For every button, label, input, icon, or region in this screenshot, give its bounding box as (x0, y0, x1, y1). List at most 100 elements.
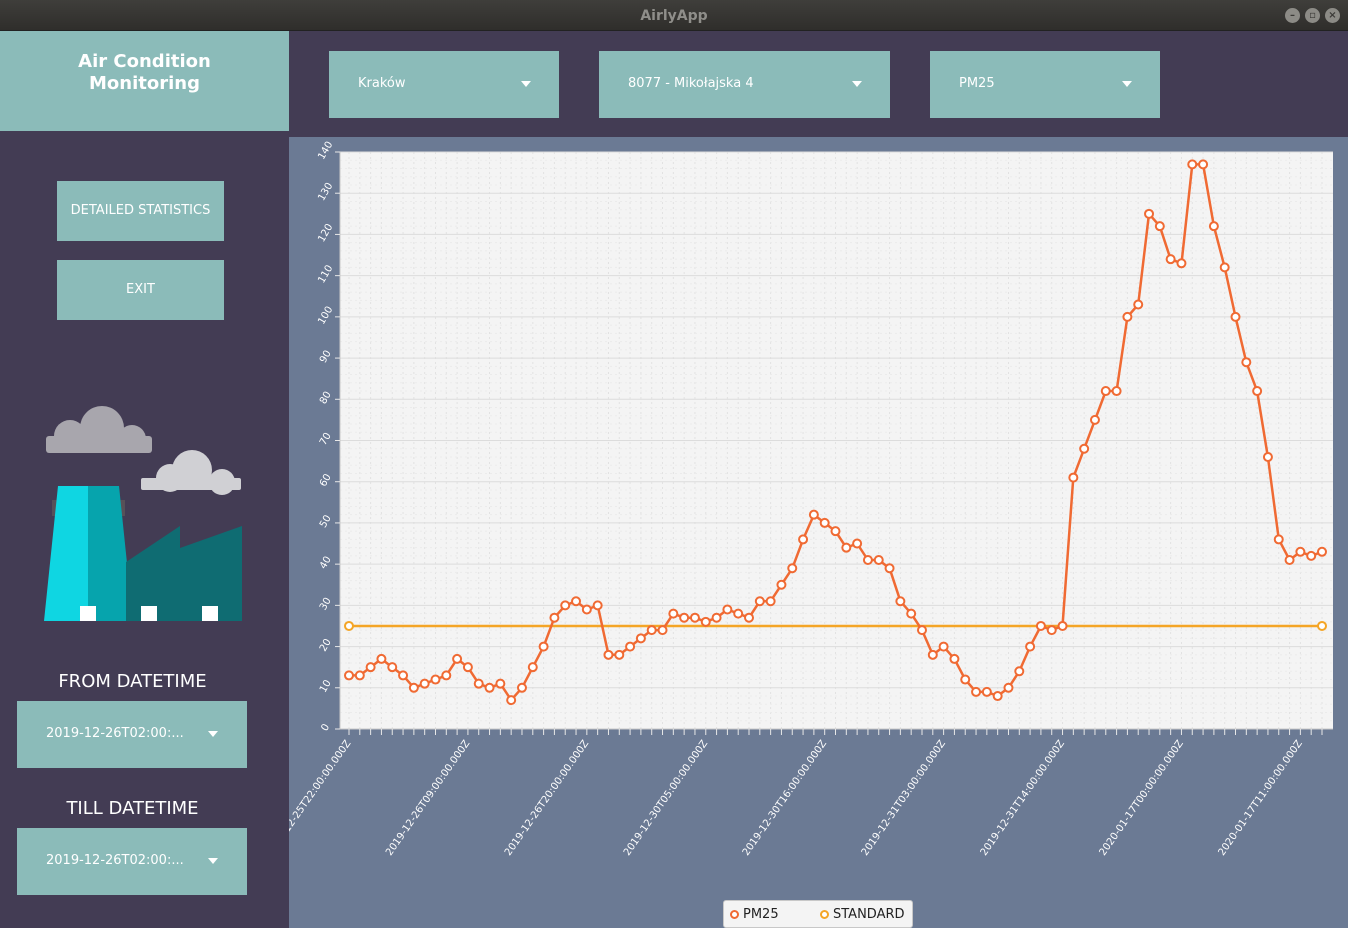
y-tick-label: 120 (316, 222, 335, 244)
x-tick-label: 2019-12-31T14:00:00.000Z (979, 738, 1067, 858)
x-tick-label: 2019-12-26T09:00:00.000Z (384, 738, 472, 858)
pm25-data-point (408, 682, 419, 693)
pm25-data-point (1219, 262, 1230, 273)
close-icon[interactable]: × (1325, 8, 1340, 23)
legend-item-pm25: PM25 (730, 907, 779, 922)
pm25-data-point (1111, 386, 1122, 397)
detailed-statistics-button[interactable]: DETAILED STATISTICS (57, 181, 224, 241)
pm25-data-point (765, 596, 776, 607)
pm25-data-point (441, 670, 452, 681)
y-tick-label: 100 (316, 305, 335, 327)
pm25-data-point (1068, 472, 1079, 483)
from-datetime-picker[interactable]: 2019-12-26T02:00:... (17, 701, 247, 768)
exit-button[interactable]: EXIT (57, 260, 224, 320)
pm25-data-point (581, 604, 592, 615)
x-tick-label: 2020-01-17T11:00:00.000Z (1217, 738, 1305, 858)
x-tick-label: 2019-12-30T16:00:00.000Z (741, 738, 829, 858)
y-tick-label: 0 (319, 722, 332, 733)
pm25-data-point (516, 682, 527, 693)
app-heading: Air Condition Monitoring (0, 31, 289, 131)
legend-marker-pm25 (730, 910, 739, 919)
y-tick-label: 20 (318, 637, 334, 654)
pm25-data-point (603, 649, 614, 660)
standard-data-point (1317, 620, 1327, 631)
pm25-data-point (1208, 221, 1219, 232)
pm25-data-point (1133, 299, 1144, 310)
chevron-down-icon (1122, 81, 1132, 87)
pm25-data-point (1089, 414, 1100, 425)
pm25-data-point (398, 670, 409, 681)
pm25-data-point (549, 612, 560, 623)
sensor-value: 8077 - Mikołajska 4 (628, 76, 754, 91)
x-tick-label: 2019-12-31T03:00:00.000Z (860, 738, 948, 858)
pm25-data-point (635, 633, 646, 644)
x-tick-label: 2019-12-25T22:00:00.000Z (289, 738, 354, 858)
pm25-data-point (744, 612, 755, 623)
pm25-data-point (484, 682, 495, 693)
standard-data-point (344, 620, 354, 631)
x-tick-label: 2020-01-17T00:00:00.000Z (1098, 738, 1186, 858)
y-tick-label: 110 (316, 263, 335, 285)
window-titlebar: AirlyApp – ▫ × (0, 0, 1348, 31)
maximize-icon[interactable]: ▫ (1305, 8, 1320, 23)
pm25-data-point (960, 674, 971, 685)
pm25-data-point (906, 608, 917, 619)
pm25-data-point (1306, 550, 1317, 561)
chevron-down-icon (208, 858, 218, 864)
pm25-data-point (625, 641, 636, 652)
pm25-data-point (679, 612, 690, 623)
pm25-data-point (1230, 311, 1241, 322)
pm25-data-point (1317, 546, 1327, 557)
pm25-data-point (354, 670, 365, 681)
y-tick-label: 50 (318, 513, 334, 530)
pm25-data-point (711, 612, 722, 623)
pm25-data-point (560, 600, 571, 611)
x-tick-label: 2019-12-26T20:00:00.000Z (503, 738, 591, 858)
pm25-data-point (1003, 682, 1014, 693)
pm25-data-point (376, 653, 387, 664)
pm25-data-point (1198, 159, 1209, 170)
pm25-data-point (733, 608, 744, 619)
pm25-data-point (452, 653, 463, 664)
pm25-data-point (1176, 258, 1187, 269)
pm25-data-point (938, 641, 949, 652)
app-heading-line2: Monitoring (89, 73, 200, 94)
chevron-down-icon (208, 731, 218, 737)
pm25-data-point (527, 662, 538, 673)
pm25-data-point (1284, 555, 1295, 566)
pm25-data-point (1187, 159, 1198, 170)
pm25-data-point (462, 662, 473, 673)
pm25-data-point (1165, 254, 1176, 265)
till-datetime-picker[interactable]: 2019-12-26T02:00:... (17, 828, 247, 895)
legend-item-standard: STANDARD (820, 907, 905, 922)
pm25-data-point (1262, 451, 1273, 462)
y-tick-label: 30 (318, 596, 334, 613)
from-datetime-label: FROM DATETIME (58, 671, 207, 692)
pm25-data-point (808, 509, 819, 520)
pm25-data-point (506, 695, 517, 706)
pm25-data-point (1079, 443, 1090, 454)
pm25-data-point (873, 555, 884, 566)
pm25-data-point (927, 649, 938, 660)
city-select[interactable]: Kraków (329, 51, 559, 118)
pm25-data-point (668, 608, 679, 619)
minimize-icon[interactable]: – (1285, 8, 1300, 23)
till-datetime-value: 2019-12-26T02:00:... (46, 853, 184, 868)
chart-legend: PM25 STANDARD (723, 900, 913, 928)
pm25-data-point (365, 662, 376, 673)
till-datetime-label: TILL DATETIME (66, 798, 199, 819)
pm25-data-point (787, 563, 798, 574)
pm25-data-point (895, 596, 906, 607)
y-tick-label: 90 (318, 349, 334, 366)
pm25-data-point (884, 563, 895, 574)
pm25-data-point (1273, 534, 1284, 545)
pm25-data-point (495, 678, 506, 689)
pm25-data-point (1295, 546, 1306, 557)
chart-area: 0 10 20 30 40 50 60 70 80 90 100 110 120 130 140 2019-1… (289, 137, 1348, 928)
parameter-value: PM25 (959, 76, 995, 91)
pm25-data-point (1025, 641, 1036, 652)
sensor-select[interactable]: 8077 - Mikołajska 4 (599, 51, 890, 118)
pm25-data-point (841, 542, 852, 553)
parameter-select[interactable]: PM25 (930, 51, 1160, 118)
y-tick-label: 80 (318, 390, 334, 407)
